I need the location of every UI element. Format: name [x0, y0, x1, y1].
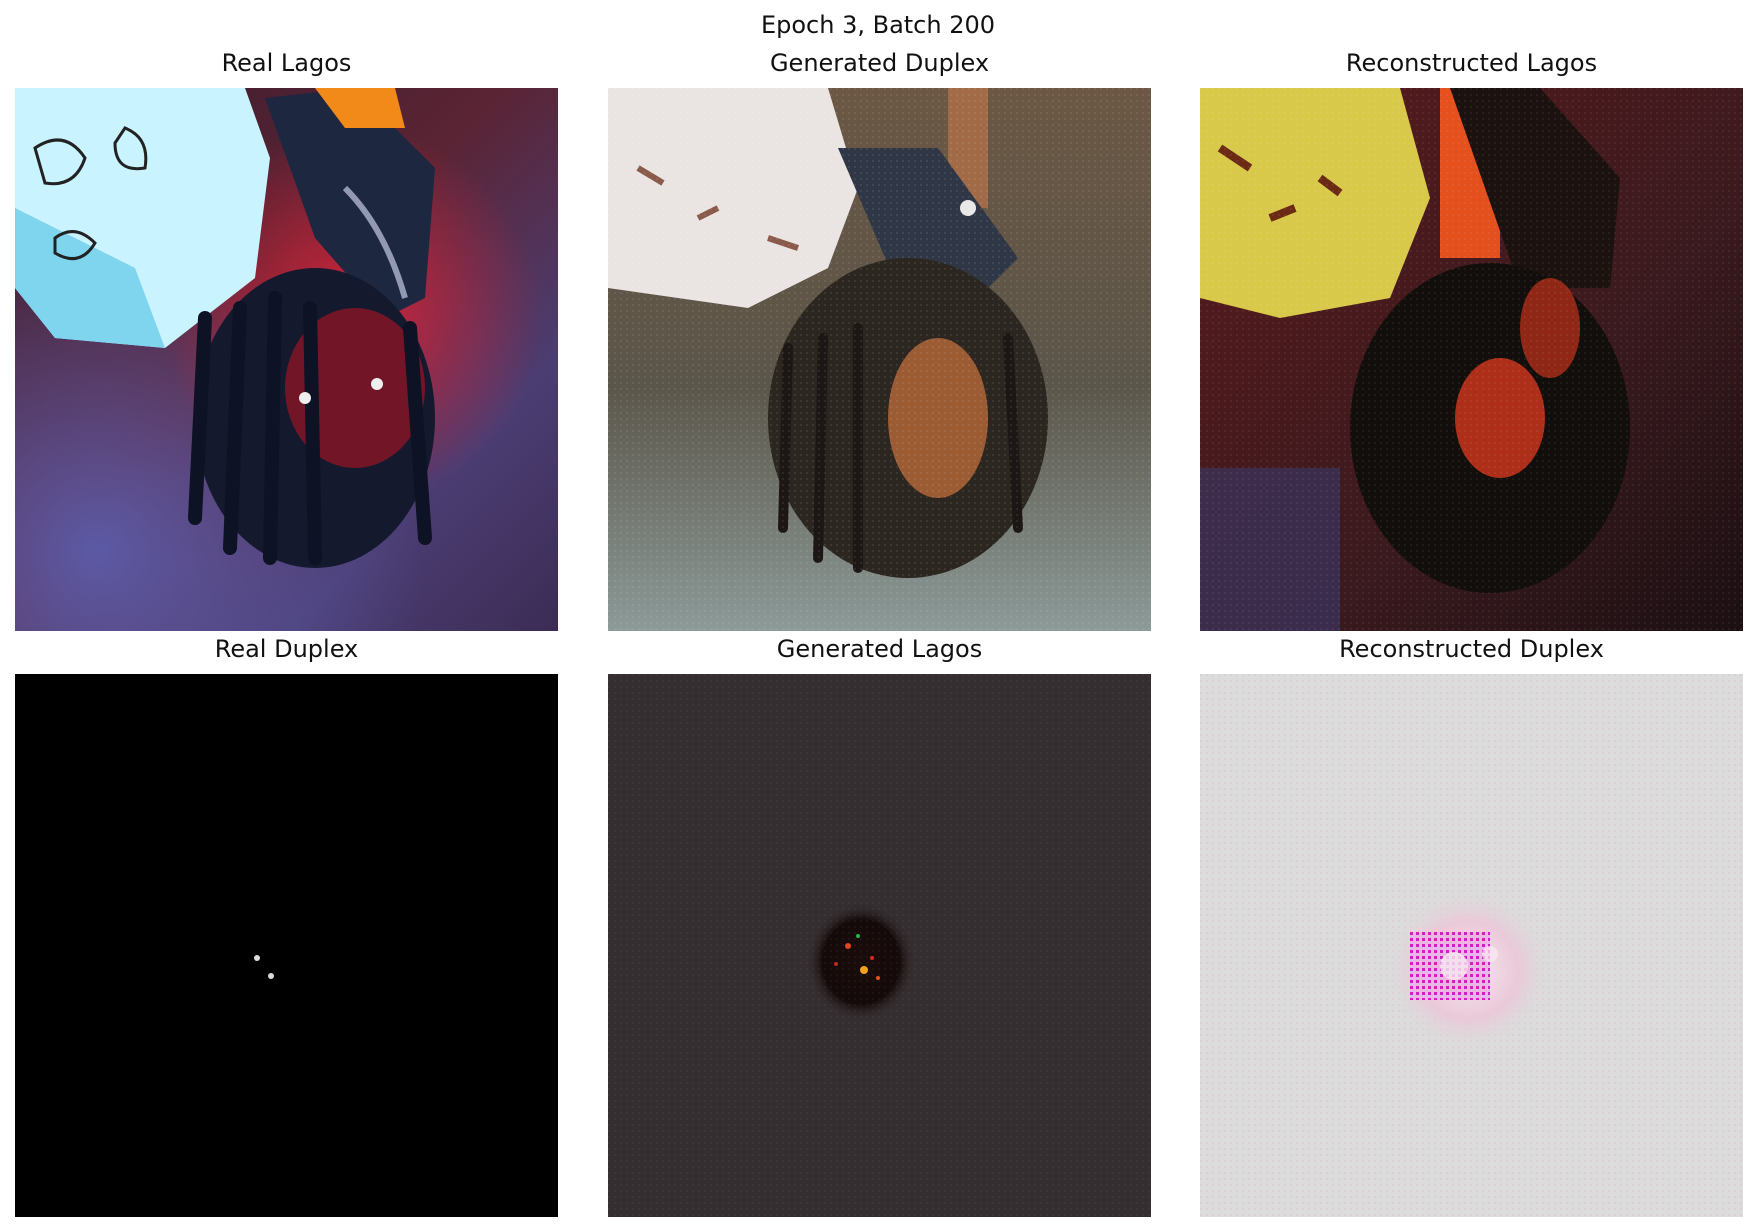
- panel-title: Real Lagos: [221, 49, 352, 77]
- panel-title: Generated Duplex: [769, 49, 990, 77]
- reconstructed-lagos-image: [1200, 88, 1743, 631]
- panel-title: Reconstructed Lagos: [1345, 49, 1598, 77]
- real-lagos-image: [15, 88, 558, 631]
- panel-title: Reconstructed Duplex: [1339, 635, 1604, 663]
- panel-title: Generated Lagos: [776, 635, 983, 663]
- reconstructed-duplex-image: [1200, 674, 1743, 1217]
- panel-title: Real Duplex: [214, 635, 359, 663]
- generated-duplex-image: [608, 88, 1151, 631]
- real-duplex-image: [15, 674, 558, 1217]
- figure-title: Epoch 3, Batch 200: [760, 11, 996, 39]
- generated-lagos-image: [608, 674, 1151, 1217]
